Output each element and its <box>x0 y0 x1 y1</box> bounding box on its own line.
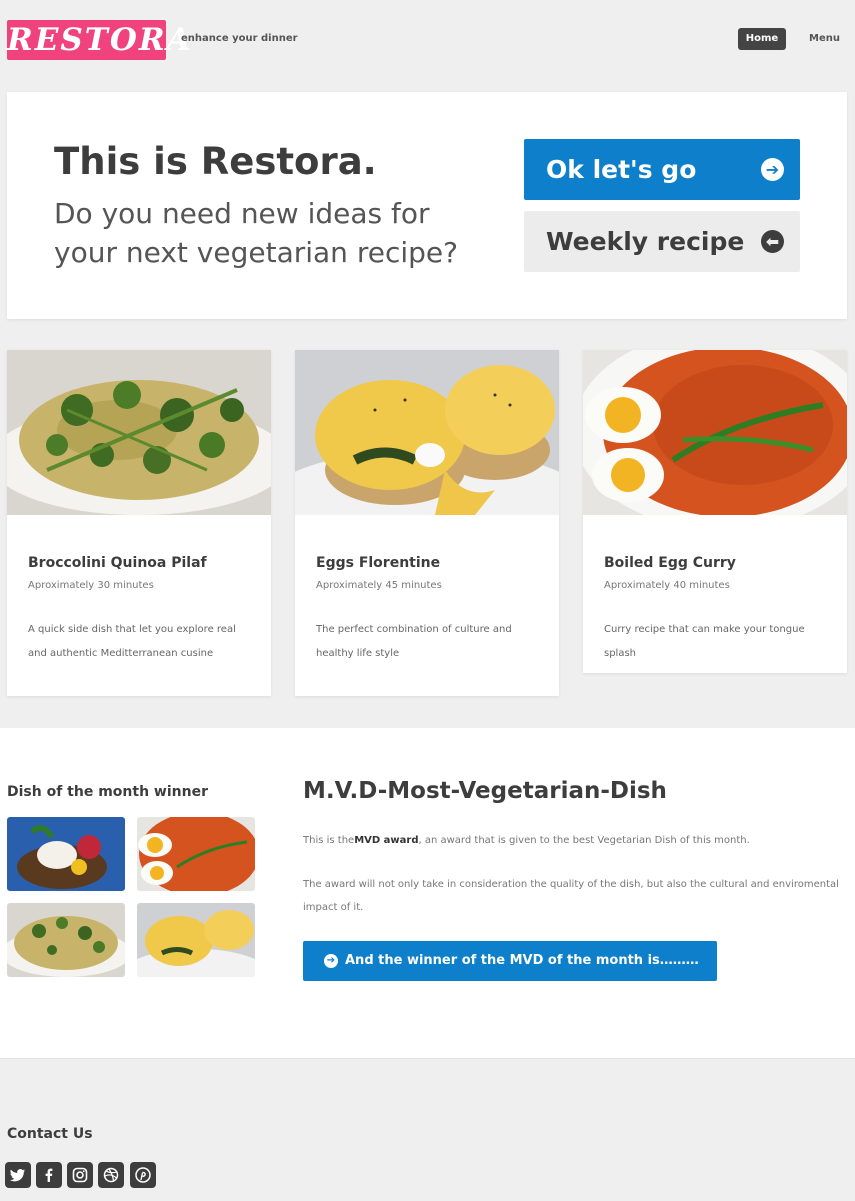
nav-home-link[interactable]: Home <box>738 28 786 50</box>
tagline: enhance your dinner <box>181 33 298 44</box>
restora-logo[interactable]: RESTORA <box>7 20 191 60</box>
instagram-icon[interactable] <box>67 1162 93 1188</box>
mvd-intro-post: , an award that is given to the best Veg… <box>418 835 750 846</box>
mvd-criteria-text: The award will not only take in consider… <box>303 879 839 913</box>
weekly-recipe-button[interactable]: Weekly recipe ⬅ <box>524 211 800 272</box>
boiled-egg-curry-image <box>583 350 847 515</box>
quinoa-pilaf-image <box>7 350 271 515</box>
egg-curry-thumbnail[interactable] <box>137 817 255 891</box>
card-title: Eggs Florentine <box>316 555 441 571</box>
card-description: The perfect combination of culture and h… <box>316 624 512 659</box>
arrow-right-circle-icon: ➔ <box>761 158 784 181</box>
card-time: Aproximately 45 minutes <box>316 580 442 591</box>
mvd-title: M.V.D-Most-Vegetarian-Dish <box>303 778 667 804</box>
nav-menu-link[interactable]: Menu <box>809 28 840 50</box>
eggs-florentine-thumbnail[interactable] <box>137 903 255 977</box>
recipe-card-quinoa[interactable]: Broccolini Quinoa Pilaf Aproximately 30 … <box>7 350 271 696</box>
recipe-card-egg-curry[interactable]: Boiled Egg Curry Aproximately 40 minutes… <box>583 350 847 673</box>
hero-title: This is Restora. <box>54 140 377 183</box>
fruit-bowl-thumbnail[interactable] <box>7 817 125 891</box>
mvd-winner-button[interactable]: ➔ And the winner of the MVD of the month… <box>303 941 717 981</box>
card-time: Aproximately 30 minutes <box>28 580 154 591</box>
card-title: Boiled Egg Curry <box>604 555 736 571</box>
site-header: RESTORA enhance your dinner Home Menu <box>0 0 855 80</box>
card-description: Curry recipe that can make your tongue s… <box>604 624 805 659</box>
mvd-intro-text: This is theMVD award, an award that is g… <box>303 833 848 849</box>
ok-lets-go-button[interactable]: Ok let's go ➔ <box>524 139 800 200</box>
hero-panel: This is Restora. Do you need new ideas f… <box>7 92 847 319</box>
contact-us-title: Contact Us <box>7 1126 93 1142</box>
quinoa-pilaf-thumbnail[interactable] <box>7 903 125 977</box>
mvd-section: Dish of the month winner M.V.D-Most-Vege… <box>0 728 855 1059</box>
recipe-card-eggs-florentine[interactable]: Eggs Florentine Aproximately 45 minutes … <box>295 350 559 696</box>
card-time: Aproximately 40 minutes <box>604 580 730 591</box>
mvd-award-emphasis: MVD award <box>354 835 419 846</box>
mvd-winner-label: And the winner of the MVD of the month i… <box>345 953 699 968</box>
dribbble-icon[interactable] <box>98 1162 124 1188</box>
eggs-florentine-image <box>295 350 559 515</box>
twitter-icon[interactable] <box>5 1162 31 1188</box>
mvd-intro-pre: This is the <box>303 835 355 846</box>
facebook-icon[interactable] <box>36 1162 62 1188</box>
card-description: A quick side dish that let you explore r… <box>28 624 236 659</box>
hero-subtitle: Do you need new ideas for your next vege… <box>54 197 458 269</box>
arrow-left-circle-icon: ⬅ <box>761 230 784 253</box>
dish-of-month-title: Dish of the month winner <box>7 784 208 800</box>
card-title: Broccolini Quinoa Pilaf <box>28 555 207 571</box>
pinterest-icon[interactable] <box>130 1162 156 1188</box>
ok-lets-go-label: Ok let's go <box>546 155 697 184</box>
weekly-recipe-label: Weekly recipe <box>546 227 745 256</box>
arrow-right-circle-icon: ➔ <box>324 954 338 968</box>
